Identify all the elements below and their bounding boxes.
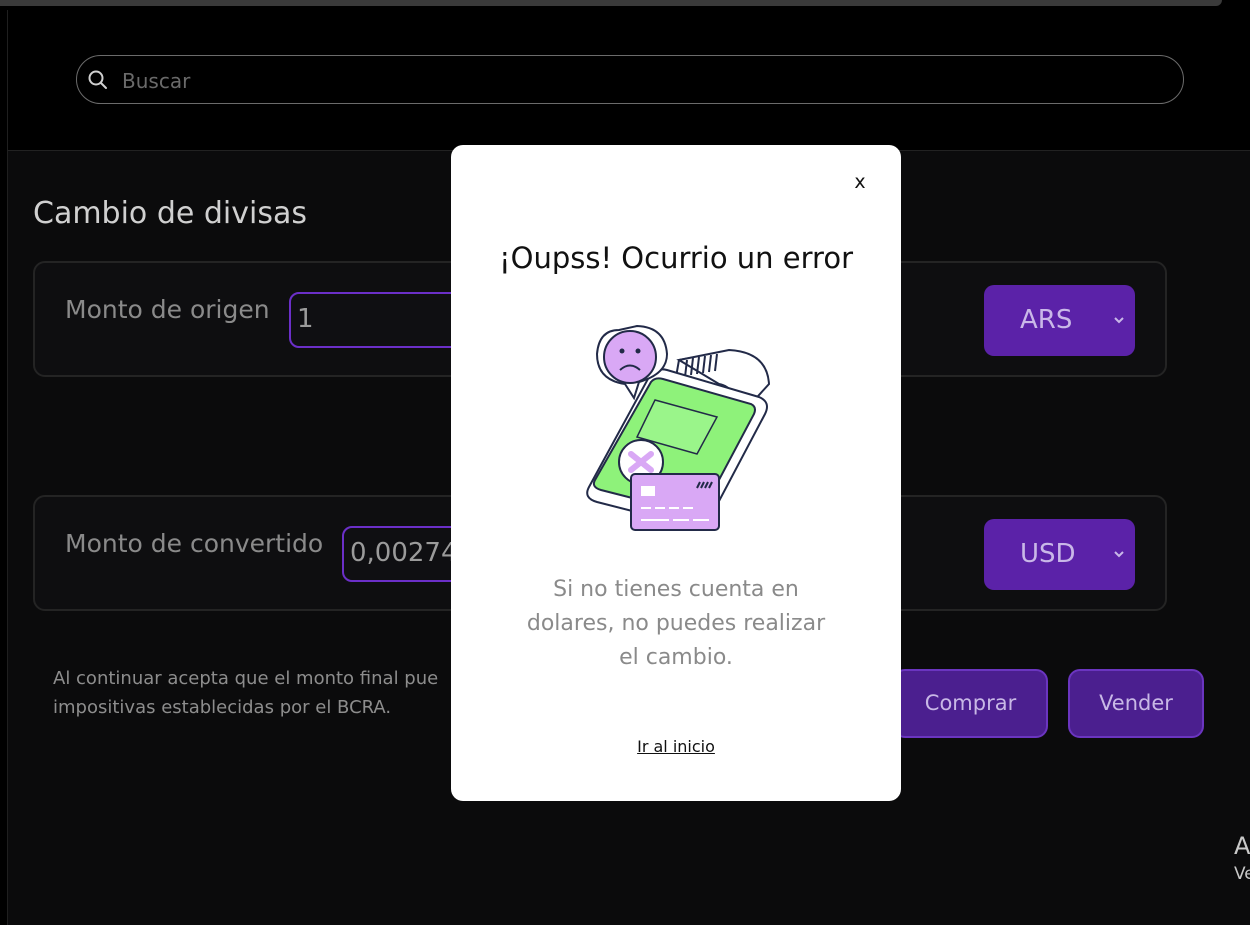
go-home-link[interactable]: Ir al inicio [451,737,901,756]
close-button[interactable]: x [849,171,871,193]
app-root: Cambio de divisas Monto de origen 1 ARS … [0,0,1250,925]
modal-message: Si no tienes cuenta en dolares, no puede… [526,577,826,670]
modal-title: ¡Oupss! Ocurrio un error [499,241,853,275]
payment-terminal-error-icon [586,324,771,531]
error-modal: x ¡Oupss! Ocurrio un error Si no tienes … [451,145,901,801]
